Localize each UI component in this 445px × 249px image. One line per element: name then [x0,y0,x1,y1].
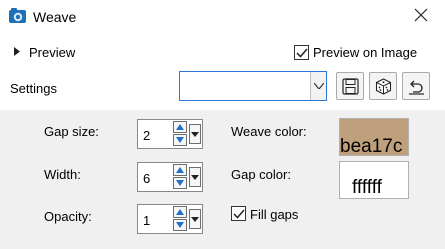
settings-label: Settings [10,81,57,96]
gap-size-spinner[interactable]: 2 [137,119,203,149]
arrow-down-icon [176,180,184,186]
opacity-label: Opacity: [44,209,92,224]
expand-arrow-icon[interactable] [13,47,21,56]
title-bar: Weave [0,0,445,36]
gap-color-code: ffffff [352,177,382,198]
save-icon [342,78,359,95]
width-dropdown[interactable] [189,167,201,187]
fill-gaps-label[interactable]: Fill gaps [250,207,298,222]
preview-on-image-label[interactable]: Preview on Image [313,45,417,60]
width-increment[interactable] [173,164,187,176]
arrow-down-icon [176,222,184,228]
reset-icon [409,80,424,95]
width-arrows [173,164,187,190]
gap-size-value[interactable]: 2 [143,128,150,143]
width-value[interactable]: 6 [143,171,150,186]
reset-defaults-button[interactable] [402,72,430,100]
gap-size-increment[interactable] [173,121,187,133]
weave-color-label: Weave color: [231,124,307,139]
arrow-up-icon [176,124,184,130]
window-title: Weave [33,9,77,25]
camera-app-icon [9,8,26,23]
preview-on-image-checkbox[interactable] [294,45,309,60]
chevron-down-icon [314,83,324,89]
caret-down-icon [191,175,199,180]
arrow-up-icon [176,167,184,173]
save-preset-button[interactable] [336,72,364,100]
gap-size-label: Gap size: [44,124,99,139]
opacity-increment[interactable] [173,206,187,218]
checkmark-icon [296,48,308,58]
close-icon[interactable] [414,8,428,22]
caret-down-icon [191,217,199,222]
arrow-up-icon [176,209,184,215]
preview-label[interactable]: Preview [29,45,75,60]
width-decrement[interactable] [173,177,187,189]
gap-size-arrows [173,121,187,147]
width-spinner[interactable]: 6 [137,162,203,192]
opacity-decrement[interactable] [173,219,187,231]
gap-color-label: Gap color: [231,167,291,182]
opacity-value[interactable]: 1 [143,213,150,228]
randomize-button[interactable] [369,72,397,100]
preset-dropdown-arrow[interactable] [310,72,326,100]
weave-color-code: bea17c [340,136,403,157]
gap-size-decrement[interactable] [173,134,187,146]
checkmark-icon [233,209,245,219]
opacity-spinner[interactable]: 1 [137,204,203,234]
opacity-dropdown[interactable] [189,209,201,229]
caret-down-icon [191,132,199,137]
width-label: Width: [44,167,81,182]
arrow-down-icon [176,137,184,143]
opacity-arrows [173,206,187,232]
preset-dropdown[interactable] [179,71,327,101]
dice-icon [375,78,392,95]
fill-gaps-checkbox[interactable] [231,206,246,221]
gap-size-dropdown[interactable] [189,124,201,144]
